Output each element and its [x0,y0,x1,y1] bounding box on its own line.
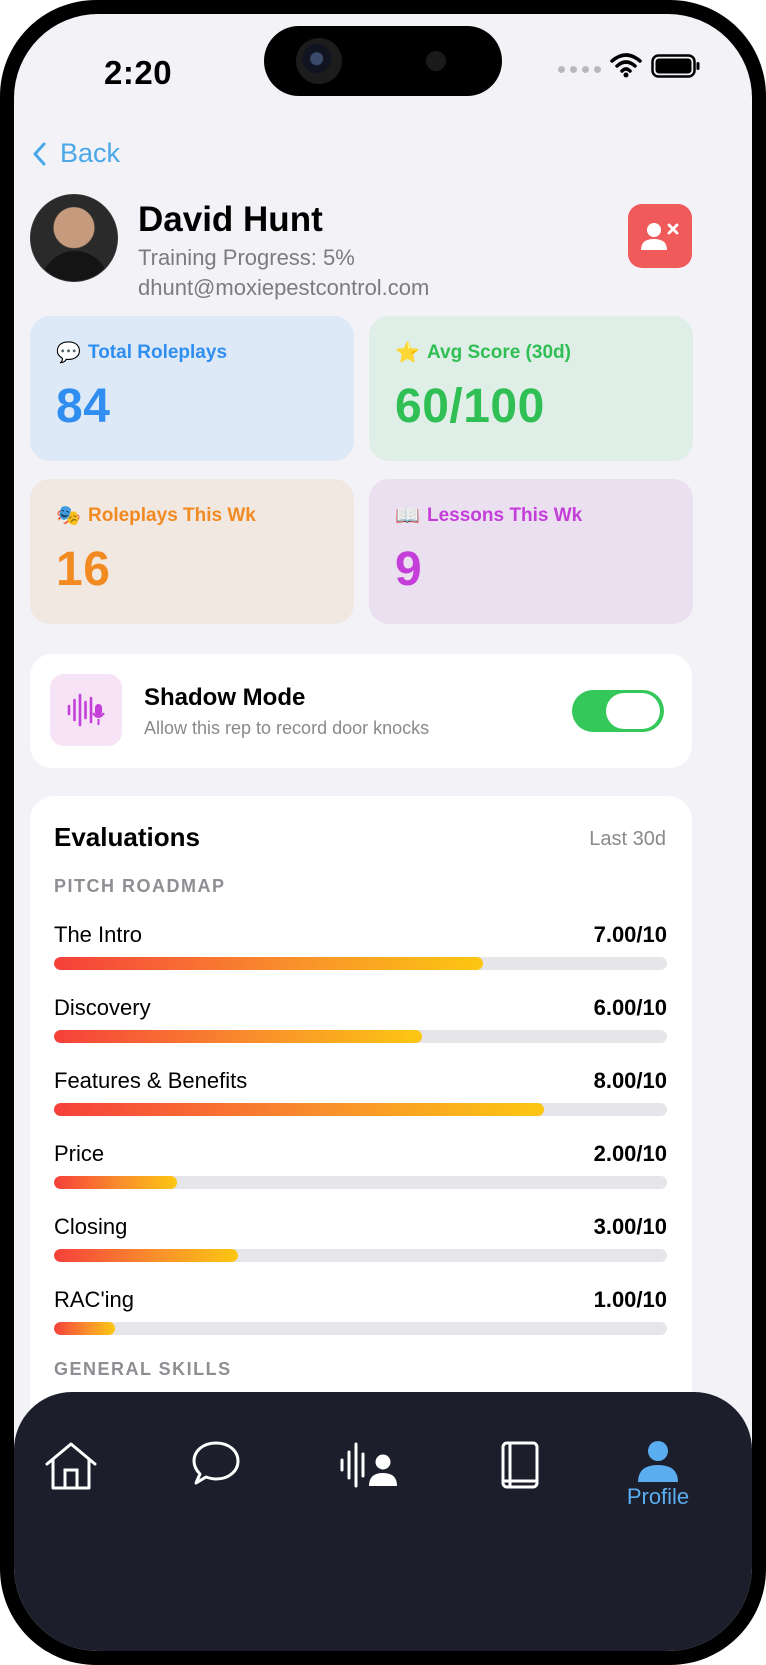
eval-label: Price [54,1141,105,1166]
home-icon [45,1442,97,1490]
eval-row: RAC'ing 1.00/10 [54,1287,667,1343]
remove-user-button[interactable] [628,204,692,268]
remove-person-icon [641,223,679,250]
camera-icon [296,38,342,84]
stat-card-lessons-week: 📖 Lessons This Wk 9 [369,479,693,624]
avatar [30,194,118,282]
score-bar-track [54,1176,667,1189]
shadow-mode-subtitle: Allow this rep to record door knocks [144,718,430,738]
shadow-mode-title: Shadow Mode [144,684,306,711]
tab-profile[interactable]: Profile [603,1440,713,1510]
evaluations-title: Evaluations [54,822,200,852]
cellular-signal-icon [558,66,601,73]
stat-value: 84 [56,380,111,433]
eval-score: 8.00/10 [593,1068,667,1093]
score-bar-fill [54,1176,177,1189]
shadow-mode-toggle[interactable] [572,690,664,732]
tab-chat[interactable] [171,1440,261,1488]
eval-score: 6.00/10 [593,995,667,1020]
dynamic-island [264,26,502,96]
eval-row: The Intro 7.00/10 [54,922,667,978]
eval-row: Features & Benefits 8.00/10 [54,1068,667,1124]
stat-label: Lessons This Wk [427,504,583,526]
evaluations-card: Evaluations Last 30d PITCH ROADMAP The I… [30,796,692,1436]
stat-label: Avg Score (30d) [427,341,571,363]
eval-label: Discovery [54,995,151,1020]
eval-score: 1.00/10 [593,1287,667,1312]
waveform-mic-icon [50,674,122,746]
speech-bubble-icon: 💬 [56,342,81,364]
tab-profile-label: Profile [626,1484,690,1509]
score-bar-track [54,1103,667,1116]
eval-label: Closing [54,1214,128,1239]
status-time: 2:20 [104,54,173,91]
eval-score: 7.00/10 [593,922,667,947]
training-progress: Training Progress: 5% [138,245,355,270]
profile-email: dhunt@moxiepestcontrol.com [138,275,430,300]
score-bar-fill [54,1249,238,1262]
battery-icon [651,54,700,78]
stat-value: 60/100 [395,380,545,433]
back-label: Back [60,138,121,168]
chat-bubble-icon [192,1441,240,1485]
stat-value: 9 [395,543,423,596]
stat-card-roleplays-week: 🎭 Roleplays This Wk 16 [30,479,354,624]
stat-label: Roleplays This Wk [88,504,256,526]
stat-card-total-roleplays: 💬 Total Roleplays 84 [30,316,354,461]
score-bar-fill [54,1322,116,1335]
stat-value: 16 [56,543,111,596]
wifi-icon [610,53,642,78]
score-bar-track [54,1322,667,1335]
eval-row: Price 2.00/10 [54,1141,667,1197]
chevron-left-icon [33,142,46,165]
eval-label: RAC'ing [54,1287,135,1312]
tab-home[interactable] [26,1440,116,1492]
open-book-icon: 📖 [395,505,420,527]
score-bar-fill [54,957,484,970]
tab-practice[interactable] [325,1440,415,1490]
eval-label: Features & Benefits [54,1068,248,1093]
score-bar-fill [54,1030,422,1043]
star-icon: ⭐ [395,342,420,364]
eval-row: Closing 3.00/10 [54,1214,667,1270]
score-bar-track [54,1030,667,1043]
section-heading-general-skills: GENERAL SKILLS [54,1359,232,1379]
stat-card-avg-score: ⭐ Avg Score (30d) 60/100 [369,316,693,461]
app-screen: 2:20 Back David Hunt Training Progress: … [14,14,752,1651]
tab-lessons[interactable] [475,1440,565,1492]
score-bar-track [54,957,667,970]
eval-score: 2.00/10 [593,1141,667,1166]
voice-person-icon [340,1442,397,1488]
score-bar-track [54,1249,667,1262]
evaluations-range: Last 30d [589,828,666,850]
person-icon [638,1441,678,1482]
book-icon [501,1441,539,1489]
theater-masks-icon: 🎭 [56,505,81,527]
stat-label: Total Roleplays [88,341,228,363]
tab-bar: Profile [14,1392,752,1651]
eval-score: 3.00/10 [593,1214,667,1239]
eval-label: The Intro [54,922,143,947]
profile-name: David Hunt [138,200,323,239]
shadow-mode-card: Shadow Mode Allow this rep to record doo… [30,654,692,768]
section-heading-pitch-roadmap: PITCH ROADMAP [54,876,226,896]
phone-frame: 2:20 Back David Hunt Training Progress: … [0,0,766,1665]
sensor-icon [426,51,446,71]
back-button[interactable]: Back [32,138,120,169]
eval-row: Discovery 6.00/10 [54,995,667,1051]
score-bar-fill [54,1103,545,1116]
